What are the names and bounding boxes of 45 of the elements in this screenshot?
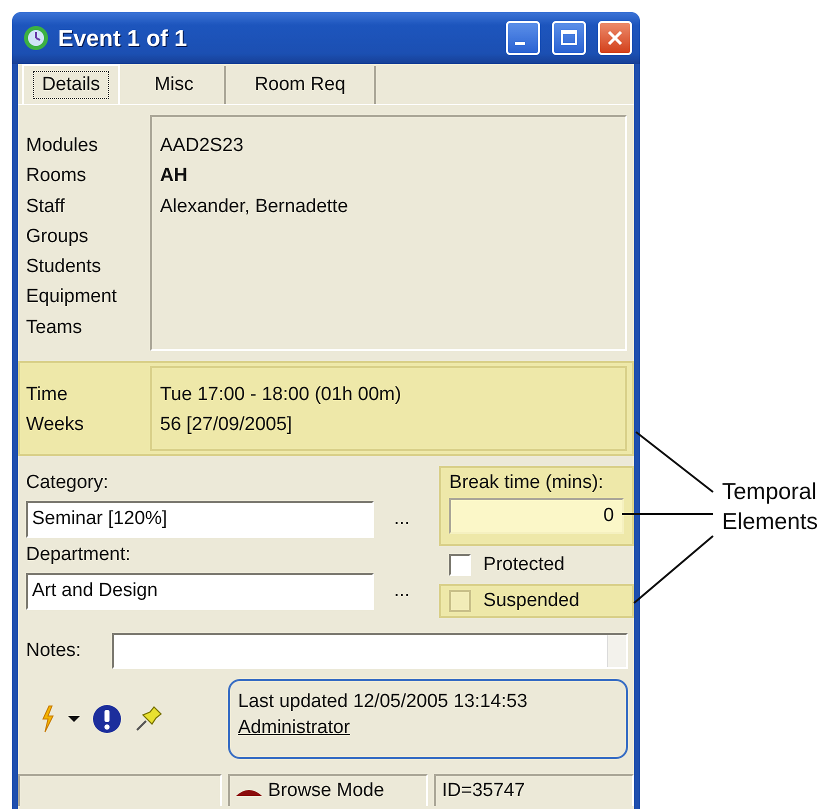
status-text: ID=35747 xyxy=(442,780,525,802)
field-label: Groups xyxy=(26,224,90,249)
field-value: AH xyxy=(160,164,188,188)
window-title: Event 1 of 1 xyxy=(58,24,188,52)
status-text: Browse Mode xyxy=(268,780,384,802)
category-field[interactable]: Seminar [120%] xyxy=(26,500,374,538)
checkbox-label: Protected xyxy=(483,554,565,576)
maximize-icon xyxy=(559,28,579,48)
field-label: Category: xyxy=(26,471,110,495)
field-value: Tue 17:00 - 18:00 (01h 00m) xyxy=(160,383,402,407)
field-label: Time xyxy=(26,383,69,407)
field-value: Alexander, Bernadette xyxy=(160,194,350,219)
field-label: Students xyxy=(26,255,102,280)
callout-text: Temporal Elements xyxy=(722,477,818,536)
field-label: Break time (mins): xyxy=(449,471,604,495)
maximize-button[interactable] xyxy=(552,21,586,55)
last-updated-text: Last updated 12/05/2005 13:14:53 xyxy=(238,691,528,713)
field-label: Department: xyxy=(26,543,132,567)
tab[interactable]: Details xyxy=(22,64,120,104)
close-button[interactable] xyxy=(598,21,632,55)
checkbox[interactable] xyxy=(449,590,472,612)
minimize-icon xyxy=(515,42,525,44)
browse-button[interactable]: ... xyxy=(388,576,416,606)
close-icon xyxy=(605,28,625,48)
field-label: Modules xyxy=(26,134,99,158)
alert-icon[interactable] xyxy=(92,704,122,734)
field-label: Weeks xyxy=(26,413,85,438)
field-label: Notes: xyxy=(26,640,82,662)
department-field[interactable]: Art and Design xyxy=(26,572,374,610)
minimize-button[interactable] xyxy=(506,21,540,55)
checkbox-label: Suspended xyxy=(483,590,580,612)
field-label: Staff xyxy=(26,194,66,219)
break-time-field[interactable]: 0 xyxy=(449,498,624,534)
clock-icon xyxy=(22,24,50,52)
lightning-icon[interactable] xyxy=(40,705,56,733)
caret-icon[interactable] xyxy=(68,715,80,723)
user-link[interactable]: Administrator xyxy=(238,717,350,739)
checkbox[interactable] xyxy=(449,554,472,576)
field-value: AAD2S23 xyxy=(160,134,244,158)
field-value: 56 [27/09/2005] xyxy=(160,413,294,438)
field-label: Rooms xyxy=(26,164,88,188)
field-label: Teams xyxy=(26,316,83,340)
browse-button[interactable]: ... xyxy=(388,504,416,534)
field-label: Equipment xyxy=(26,285,118,310)
notes-field[interactable] xyxy=(112,633,628,669)
